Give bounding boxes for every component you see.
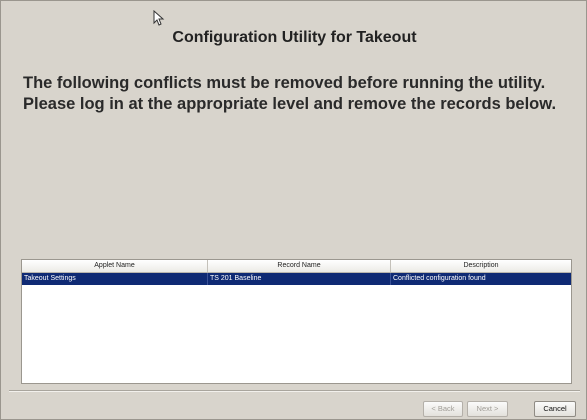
table-header: Applet Name Record Name Description: [22, 260, 571, 273]
dialog-title: Configuration Utility for Takeout: [172, 29, 417, 46]
configuration-dialog: Configuration Utility for Takeout The fo…: [0, 0, 587, 420]
cell-description: Conflicted configuration found: [393, 275, 486, 282]
message-line-2: Please log in at the appropriate level a…: [23, 95, 557, 113]
next-button[interactable]: Next >: [467, 401, 508, 417]
cancel-button[interactable]: Cancel: [534, 401, 576, 417]
cell-applet-name: Takeout Settings: [22, 273, 208, 285]
table-row[interactable]: Takeout Settings TS 201 Baseline Conflic…: [22, 273, 571, 285]
mouse-pointer-icon: [153, 10, 165, 26]
back-button[interactable]: < Back: [423, 401, 463, 417]
column-header-record-name[interactable]: Record Name: [208, 260, 391, 272]
conflict-message: The following conflicts must be removed …: [23, 73, 583, 115]
conflicts-table[interactable]: Applet Name Record Name Description Take…: [21, 259, 572, 384]
cell-record-name: TS 201 Baseline: [208, 273, 391, 285]
column-header-description[interactable]: Description: [391, 260, 571, 272]
column-header-applet-name[interactable]: Applet Name: [22, 260, 208, 272]
button-bar-divider: [9, 390, 580, 392]
message-line-1: The following conflicts must be removed …: [23, 74, 546, 92]
